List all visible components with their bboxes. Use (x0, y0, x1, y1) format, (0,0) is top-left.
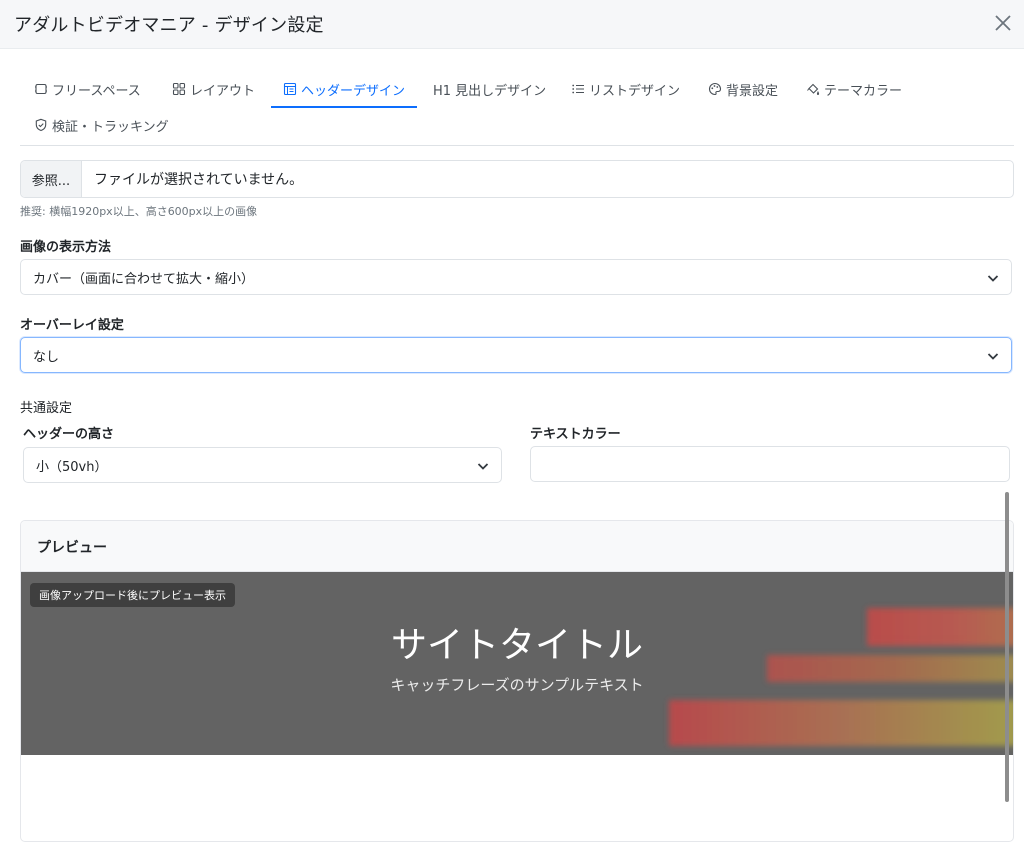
chevron-down-icon (475, 458, 491, 474)
layout-grid-icon (172, 82, 186, 96)
image-file-input[interactable]: 参照... ファイルが選択されていません。 (20, 160, 1014, 198)
catchphrase: キャッチフレーズのサンプルテキスト (390, 676, 644, 694)
tab-list-design[interactable]: リストデザイン (571, 72, 680, 106)
overlay-value: なし (33, 349, 60, 365)
display-method-select[interactable]: カバー（画面に合わせて拡大・縮小） (20, 259, 1012, 295)
dialog-header: アダルトビデオマニア - デザイン設定 (0, 0, 1024, 49)
tab-verification-tracking[interactable]: 検証・トラッキング (34, 108, 169, 142)
preview-hero: 画像アップロード後にプレビュー表示 サイトタイトル キャッチフレーズのサンプルテ… (21, 572, 1013, 755)
overlay-label: オーバーレイ設定 (20, 318, 124, 333)
tab-header-design[interactable]: ヘッダーデザイン (270, 72, 418, 108)
common-settings-heading: 共通設定 (20, 401, 73, 416)
browse-button[interactable]: 参照... (21, 161, 82, 197)
tab-label: レイアウト (190, 83, 256, 99)
overlay-select[interactable]: なし (20, 337, 1012, 373)
close-icon (995, 15, 1011, 31)
display-method-label: 画像の表示方法 (20, 240, 112, 255)
text-color-input[interactable] (530, 446, 1010, 482)
preview-title: プレビュー (37, 540, 107, 556)
palette-icon (708, 82, 722, 96)
header-height-select[interactable]: 小（50vh） (23, 447, 502, 483)
scrollbar[interactable] (1005, 492, 1009, 802)
tab-h1-design[interactable]: H1 見出しデザイン (433, 72, 546, 106)
paint-bucket-icon (806, 82, 820, 96)
preview-header: プレビュー (21, 521, 1013, 572)
image-size-hint: 推奨: 横幅1920px以上、高さ600px以上の画像 (20, 205, 258, 218)
chevron-down-icon (985, 348, 1001, 364)
dialog-title: アダルトビデオマニア - デザイン設定 (14, 15, 324, 36)
display-method-value: カバー（画面に合わせて拡大・縮小） (33, 271, 255, 287)
free-space-icon (34, 82, 48, 96)
file-status-text: ファイルが選択されていません。 (94, 172, 304, 188)
list-icon (571, 82, 585, 96)
shield-check-icon (34, 118, 48, 132)
chevron-down-icon (985, 270, 1001, 286)
tab-label: ヘッダーデザイン (301, 83, 406, 99)
tab-theme-color[interactable]: テーマカラー (806, 72, 902, 106)
preview-notice-badge: 画像アップロード後にプレビュー表示 (30, 583, 235, 607)
header-layout-icon (283, 82, 297, 96)
preview-card: プレビュー 画像アップロード後にプレビュー表示 サイトタイトル キャッチフレーズ… (20, 520, 1014, 842)
tab-label: フリースペース (52, 83, 141, 99)
header-height-label: ヘッダーの高さ (23, 427, 115, 442)
settings-tabs: フリースペース レイアウト ヘッダーデザイン H1 見出しデザイン リストデザイ… (20, 72, 1014, 146)
site-title: サイトタイトル (390, 625, 643, 666)
close-button[interactable] (988, 8, 1018, 38)
tab-free-space[interactable]: フリースペース (34, 72, 141, 106)
tab-layout[interactable]: レイアウト (172, 72, 255, 106)
tab-label: テーマカラー (824, 83, 903, 99)
tab-background[interactable]: 背景設定 (708, 72, 778, 106)
tab-label: 検証・トラッキング (52, 119, 169, 135)
text-color-label: テキストカラー (530, 427, 621, 442)
tab-label: H1 見出しデザイン (433, 83, 547, 99)
header-height-value: 小（50vh） (36, 459, 108, 475)
tab-label: リストデザイン (589, 83, 681, 99)
tab-label: 背景設定 (726, 83, 779, 99)
